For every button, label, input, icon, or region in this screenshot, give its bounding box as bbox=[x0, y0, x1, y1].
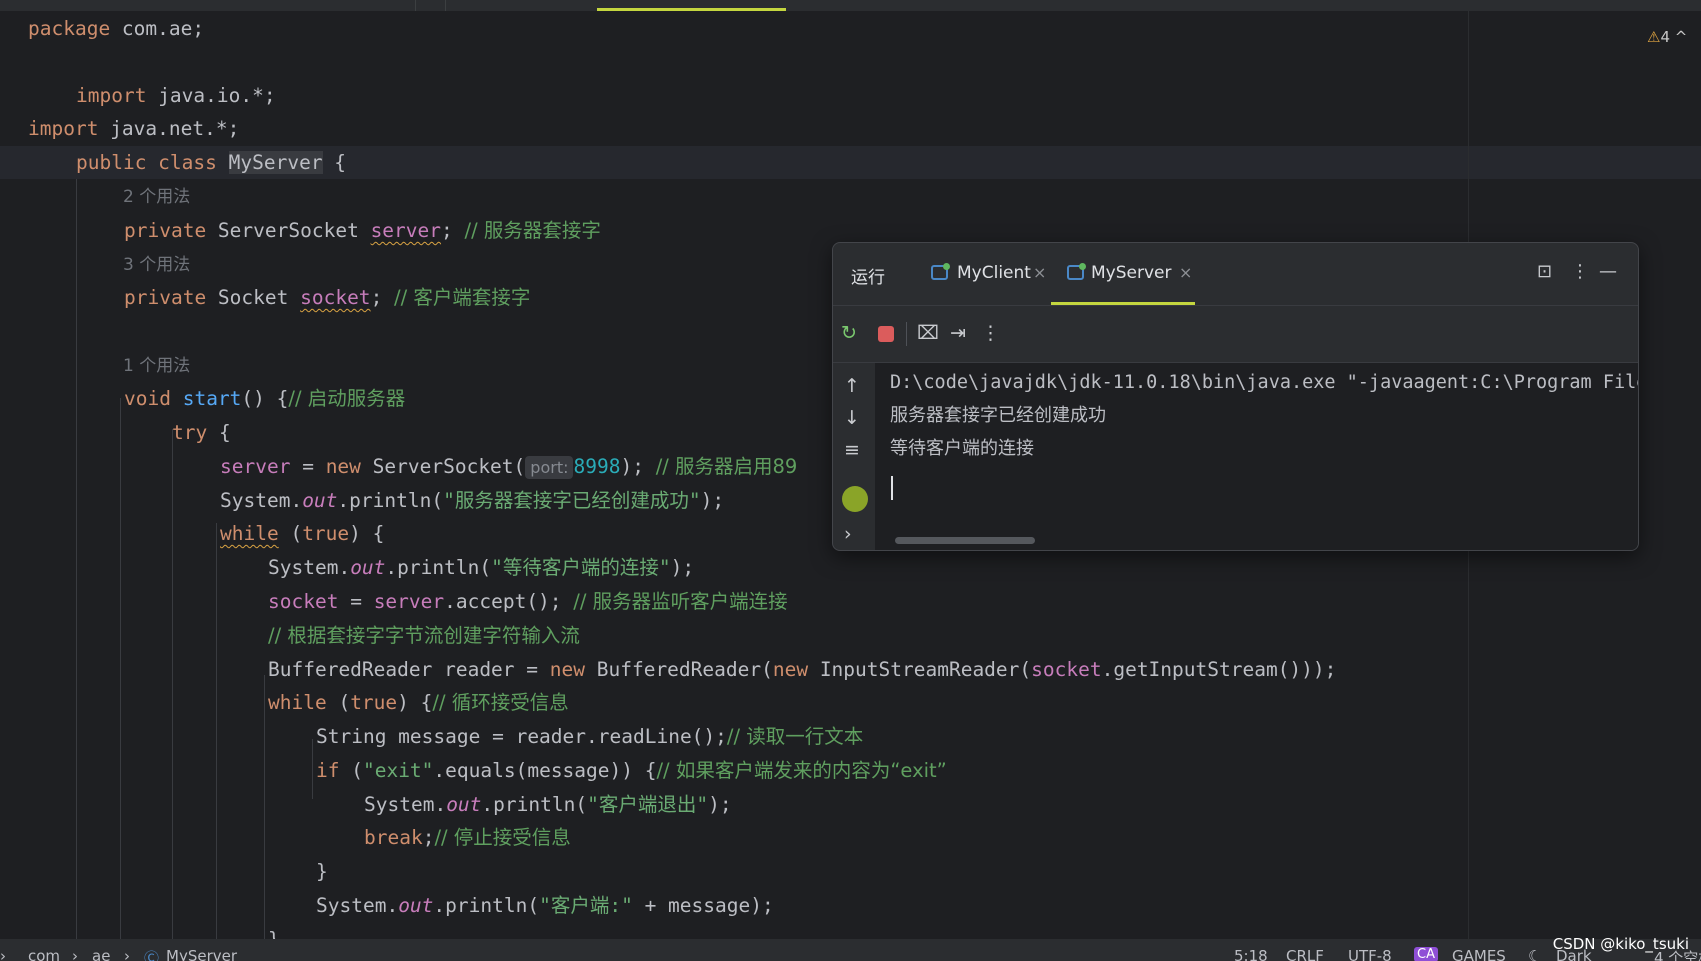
watermark: CSDN @kiko_tsuki bbox=[1552, 935, 1689, 953]
tab-separator bbox=[445, 0, 446, 11]
rerun-icon[interactable]: ↻ bbox=[841, 322, 857, 344]
breadcrumb-item[interactable]: com bbox=[28, 947, 60, 961]
plugin-badge[interactable]: CA bbox=[1414, 947, 1438, 961]
usage-hint[interactable]: 1 个用法 bbox=[123, 349, 190, 383]
code-line: break;// 停止接受信息 bbox=[364, 826, 571, 849]
code-line: while (true) {// 循环接受信息 bbox=[268, 691, 569, 714]
code-line: System.out.println("客户端退出"); bbox=[364, 793, 732, 816]
code-line: private Socket socket; // 客户端套接字 bbox=[124, 286, 531, 309]
code-line: import java.net.*; bbox=[28, 117, 240, 140]
code-line: BufferedReader reader = new BufferedRead… bbox=[268, 658, 1337, 681]
indent-guide bbox=[172, 429, 173, 939]
close-icon[interactable]: × bbox=[1179, 263, 1192, 282]
code-line: System.out.println("服务器套接字已经创建成功"); bbox=[220, 489, 725, 512]
indent-guide bbox=[216, 523, 217, 939]
console-line: 等待客户端的连接 bbox=[890, 438, 1034, 459]
breadcrumb-chevron-icon: › bbox=[72, 947, 78, 961]
usage-hint[interactable]: 2 个用法 bbox=[123, 180, 190, 214]
horizontal-scrollbar[interactable] bbox=[895, 537, 1035, 544]
toolbar-separator bbox=[906, 322, 907, 346]
code-line: } bbox=[268, 923, 280, 939]
caret-position[interactable]: 5:18 bbox=[1234, 947, 1268, 961]
breadcrumb-chevron-icon: › bbox=[124, 947, 130, 961]
console-output[interactable]: D:\code\javajdk\jdk-11.0.18\bin\java.exe… bbox=[875, 363, 1638, 550]
code-line: System.out.println("客户端:" + message); bbox=[316, 894, 774, 917]
class-name: MyServer bbox=[228, 151, 323, 174]
code-line: } bbox=[316, 860, 328, 883]
code-line: // 根据套接字字节流创建字符输入流 bbox=[268, 624, 580, 647]
indent-guide bbox=[312, 739, 313, 799]
tab-label: MyServer bbox=[1091, 263, 1172, 283]
code-line: import java.io.*; bbox=[76, 84, 276, 107]
code-line: public class MyServer { bbox=[76, 151, 347, 174]
scroll-to-end-icon[interactable] bbox=[842, 486, 868, 512]
console-line: D:\code\javajdk\jdk-11.0.18\bin\java.exe… bbox=[890, 372, 1638, 393]
warnings-indicator[interactable]: ⚠4 ^ bbox=[1647, 28, 1687, 46]
tab-separator bbox=[415, 0, 416, 11]
theme-icon: ☾ bbox=[1528, 947, 1542, 961]
run-title: 运行 bbox=[851, 268, 885, 288]
more-icon[interactable]: ⋮ bbox=[981, 322, 1000, 344]
code-line: socket = server.accept(); // 服务器监听客户端连接 bbox=[268, 590, 788, 613]
code-line: package com.ae; bbox=[28, 17, 205, 40]
class-icon: Ⓒ bbox=[144, 949, 160, 961]
games-widget[interactable]: GAMES bbox=[1452, 947, 1506, 961]
code-line: System.out.println("等待客户端的连接"); bbox=[268, 556, 695, 579]
line-separator[interactable]: CRLF bbox=[1286, 947, 1324, 961]
console-line: 服务器套接字已经创建成功 bbox=[890, 405, 1106, 426]
code-line: if ("exit".equals(message)) {// 如果客户端发来的… bbox=[316, 759, 947, 782]
code-line: while (true) { bbox=[220, 522, 385, 545]
breadcrumb-chevron-icon: › bbox=[0, 947, 6, 961]
code-line: private ServerSocket server; // 服务器套接字 bbox=[124, 219, 601, 242]
tab-label: MyClient bbox=[957, 263, 1031, 283]
restore-window-icon[interactable]: ⊡ bbox=[1537, 261, 1552, 282]
chevron-right-icon[interactable]: › bbox=[844, 523, 852, 545]
breadcrumb-item[interactable]: ae bbox=[92, 947, 110, 961]
run-tool-window[interactable]: 运行 MyClient × MyServer × ⊡ ⋮ — ↻ ⌧ ⇥ ⋮ ↑… bbox=[832, 242, 1639, 551]
stop-icon[interactable] bbox=[878, 326, 894, 342]
tab-myserver[interactable]: MyServer × bbox=[1051, 243, 1195, 305]
soft-wrap-icon[interactable]: ≡ bbox=[844, 439, 860, 461]
minimize-icon[interactable]: — bbox=[1599, 261, 1617, 282]
active-tab-underline bbox=[1051, 302, 1195, 305]
breadcrumb-item[interactable]: MyServer bbox=[166, 947, 237, 961]
arrow-down-icon[interactable]: ↓ bbox=[844, 407, 860, 429]
code-line: void start() {// 启动服务器 bbox=[124, 387, 406, 410]
exit-icon[interactable]: ⇥ bbox=[950, 322, 966, 344]
code-line: try { bbox=[172, 421, 231, 444]
run-header: 运行 MyClient × MyServer × ⊡ ⋮ — bbox=[833, 243, 1638, 306]
running-dot-icon bbox=[1079, 263, 1086, 270]
indent-guide bbox=[264, 675, 265, 939]
file-encoding[interactable]: UTF-8 bbox=[1348, 947, 1392, 961]
usage-hint[interactable]: 3 个用法 bbox=[123, 248, 190, 282]
camera-icon[interactable]: ⌧ bbox=[917, 322, 939, 344]
editor-tab-bar bbox=[0, 0, 1701, 11]
parameter-hint: port: bbox=[525, 456, 574, 479]
indent-guide bbox=[120, 398, 121, 939]
run-toolbar: ↻ ⌧ ⇥ ⋮ bbox=[833, 306, 1638, 363]
arrow-up-icon[interactable]: ↑ bbox=[844, 375, 860, 397]
close-icon[interactable]: × bbox=[1033, 263, 1046, 282]
indent-guide bbox=[76, 179, 77, 939]
status-bar: › com › ae › Ⓒ MyServer 5:18 CRLF UTF-8 … bbox=[0, 939, 1701, 961]
code-line: server = new ServerSocket(port: 8998); //… bbox=[220, 455, 798, 479]
warning-icon: ⚠ bbox=[1647, 28, 1661, 46]
console-caret bbox=[891, 476, 893, 500]
console-sidebar: ↑ ↓ ≡ › bbox=[833, 363, 875, 550]
more-options-icon[interactable]: ⋮ bbox=[1571, 261, 1589, 282]
tab-myclient[interactable]: MyClient × bbox=[923, 243, 1048, 305]
running-dot-icon bbox=[943, 263, 950, 270]
code-line: String message = reader.readLine();// 读取… bbox=[316, 725, 864, 748]
